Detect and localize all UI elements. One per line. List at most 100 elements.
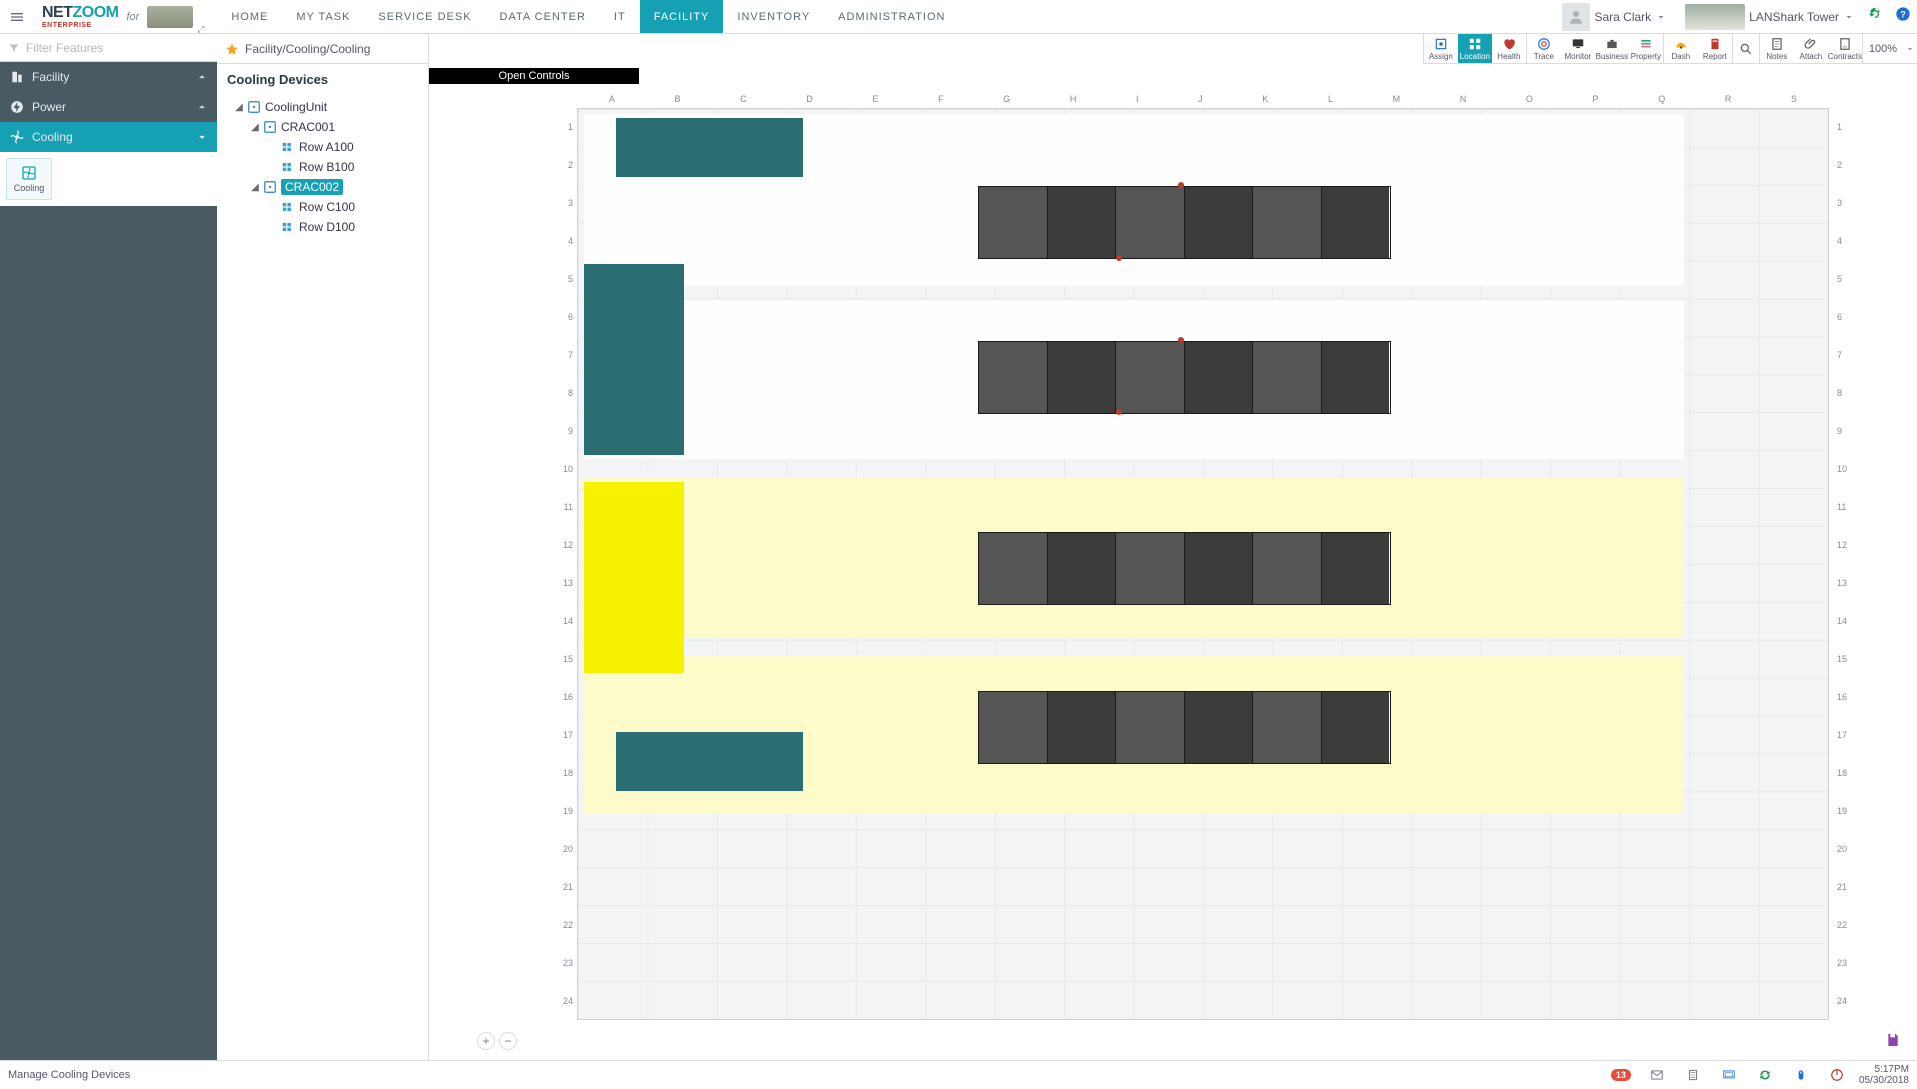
row-labels-right: 123456789101112131415161718192021222324 [1837,108,1851,1020]
chevron-down-icon [195,130,209,144]
menu-facility[interactable]: FACILITY [640,0,724,33]
sync-icon[interactable] [1751,1061,1779,1089]
tb-contracts[interactable]: Contracts [1828,34,1862,63]
menu-administration[interactable]: ADMINISTRATION [824,0,959,33]
tree-crac002[interactable]: ◢ CRAC002 [217,177,428,197]
tree-row-a100[interactable]: Row A100 [217,137,428,157]
menu-service-desk[interactable]: SERVICE DESK [364,0,485,33]
tb-property[interactable]: Property [1629,34,1663,63]
tb-trace[interactable]: Trace [1527,34,1561,63]
row-icon [281,160,295,174]
tree-panel: Facility/Cooling/Cooling Cooling Devices… [217,34,429,1060]
breadcrumb: Facility/Cooling/Cooling [217,34,428,64]
tb-business[interactable]: Business [1595,34,1629,63]
mouse-icon[interactable] [1787,1061,1815,1089]
zoom-out-button[interactable]: − [499,1032,517,1050]
rack-row-4[interactable] [978,691,1391,764]
row-icon [281,140,295,154]
brand-text: NETZOOM [42,4,119,21]
user-menu[interactable]: Sara Clark [1556,0,1673,33]
chevron-down-icon [1843,11,1855,23]
menu-data-center[interactable]: DATA CENTER [486,0,600,33]
status-text: Manage Cooling Devices [8,1069,130,1081]
crac-left-1[interactable] [584,264,684,455]
floor-plan[interactable]: ABCDEFGHIJKLMNOPQRS 12345678910111213141… [549,94,1857,1020]
caret-icon: ◢ [251,182,259,193]
refresh-icon[interactable] [1861,0,1889,28]
tree-row-b100[interactable]: Row B100 [217,157,428,177]
menu-home[interactable]: HOME [217,0,282,33]
fan-icon [263,120,277,134]
device-tree: ◢ CoolingUnit ◢ CRAC001 Row A100 Row B10… [217,95,428,239]
zoom-in-button[interactable]: + [477,1032,495,1050]
tb-dash[interactable]: Dash [1664,34,1698,63]
tree-row-d100[interactable]: Row D100 [217,217,428,237]
tb-monitor[interactable]: Monitor [1561,34,1595,63]
notifications-badge[interactable]: 13 [1607,1061,1635,1089]
server-icon[interactable] [1679,1061,1707,1089]
monitor-icon[interactable] [1715,1061,1743,1089]
tb-health[interactable]: Health [1492,34,1526,63]
tb-notes[interactable]: Notes [1760,34,1794,63]
caret-icon: ◢ [235,102,243,113]
expand-icon[interactable] [197,21,207,31]
caret-icon: ◢ [251,122,259,133]
row-icon [281,220,295,234]
grid[interactable] [577,108,1829,1020]
topbar: NETZOOM ENTERPRISE for HOME MY TASK SERV… [0,0,1917,34]
hamburger-icon[interactable] [0,0,34,33]
location-menu[interactable]: LANShark Tower [1673,0,1861,33]
row-labels-left: 123456789101112131415161718192021222324 [559,108,573,1020]
crac-top-small[interactable] [616,118,804,177]
location-thumb-icon [1685,4,1745,30]
rack-row-3[interactable] [978,532,1391,605]
breadcrumb-path: Facility/Cooling/Cooling [245,42,370,56]
filter-features[interactable]: Filter Features [0,34,217,62]
cooling-card[interactable]: Cooling [6,158,52,200]
hotspot-icon [1178,182,1184,188]
brand-client-icon [147,6,193,28]
tree-root[interactable]: ◢ CoolingUnit [217,97,428,117]
star-icon[interactable] [225,42,239,56]
tb-report[interactable]: Report [1698,34,1732,63]
hotspot-icon [1116,409,1122,415]
help-icon[interactable]: ? [1889,0,1917,28]
crac-left-yellow[interactable] [584,482,684,673]
rack-row-2[interactable] [978,341,1391,414]
rail-cooling-sub: Cooling [0,152,217,206]
menu-it[interactable]: IT [600,0,640,33]
tb-attach[interactable]: Attach [1794,34,1828,63]
fan-icon [263,180,277,194]
tb-location[interactable]: Location [1458,34,1492,63]
rail-cooling[interactable]: Cooling [0,122,217,152]
app-logo: NETZOOM ENTERPRISE for [34,0,217,33]
crac-bottom-small[interactable] [616,732,804,791]
menu-my-task[interactable]: MY TASK [282,0,364,33]
tb-assign[interactable]: Assign [1424,34,1458,63]
filter-placeholder: Filter Features [26,41,103,55]
zoom-dropdown[interactable] [1903,34,1917,63]
fan-icon [247,100,261,114]
tree-crac001[interactable]: ◢ CRAC001 [217,117,428,137]
chevron-up-icon [195,70,209,84]
brand-subtitle: ENTERPRISE [42,22,119,29]
rack-row-1[interactable] [978,186,1391,259]
rail-power[interactable]: Power [0,92,217,122]
filter-icon [8,42,20,54]
tree-row-c100[interactable]: Row C100 [217,197,428,217]
zoom-buttons: + − [477,1032,517,1050]
tree-title: Cooling Devices [217,64,428,95]
rail-facility[interactable]: Facility [0,62,217,92]
avatar-icon [1562,3,1590,31]
save-icon[interactable] [1883,1030,1903,1050]
zoom-label: 100% [1863,34,1903,63]
brand-for: for [127,11,140,23]
menu-inventory[interactable]: INVENTORY [723,0,824,33]
tb-search[interactable] [1733,34,1759,63]
chevron-down-icon [1655,11,1667,23]
mail-icon[interactable] [1643,1061,1671,1089]
open-controls-button[interactable]: Open Controls [429,68,639,84]
power-icon[interactable] [1823,1061,1851,1089]
body: Filter Features Facility Power Cooling C… [0,34,1917,1060]
col-labels: ABCDEFGHIJKLMNOPQRS [579,94,1827,104]
